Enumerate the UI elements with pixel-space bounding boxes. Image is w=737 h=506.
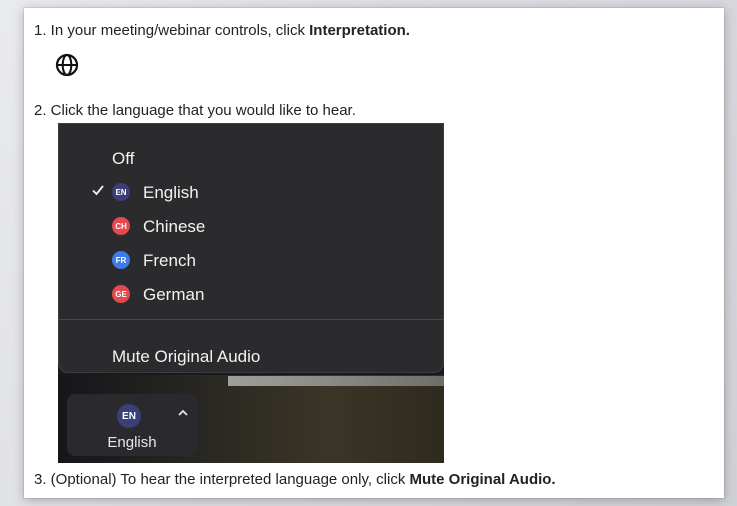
checkmark-icon — [92, 185, 104, 196]
menu-item-german[interactable]: GE German — [59, 277, 444, 311]
language-badge: CH — [112, 217, 130, 235]
mute-original-audio-label: Mute Original Audio — [112, 347, 261, 366]
language-label: French — [143, 251, 196, 270]
instructions-card: 1. In your meeting/webinar controls, cli… — [24, 8, 724, 498]
caret-up-icon[interactable] — [177, 408, 189, 418]
step-3-bold: Mute Original Audio. — [409, 471, 556, 488]
language-label: English — [143, 183, 199, 202]
menu-item-off-label: Off — [112, 149, 135, 168]
menu-item-off[interactable]: Off — [59, 141, 444, 175]
language-badge: GE — [112, 285, 130, 303]
language-menu: Off EN English CH Chinese FR French GE G… — [58, 123, 444, 373]
language-badge: EN — [112, 183, 130, 201]
control-language-label: English — [107, 434, 157, 451]
step-3-text: 3. (Optional) To hear the interpreted la… — [34, 471, 556, 488]
globe-icon[interactable] — [54, 52, 80, 78]
step-3-prefix: 3. (Optional) To hear the interpreted la… — [34, 471, 410, 488]
interpretation-screenshot: Off EN English CH Chinese FR French GE G… — [58, 123, 444, 463]
menu-item-chinese[interactable]: CH Chinese — [59, 209, 444, 243]
menu-item-english[interactable]: EN English — [59, 175, 444, 209]
control-language-badge: EN — [117, 404, 141, 428]
step-1-bold: Interpretation. — [309, 22, 410, 39]
language-label: Chinese — [143, 217, 206, 236]
menu-divider — [59, 319, 444, 320]
video-strip — [228, 376, 444, 386]
menu-item-mute-original-audio[interactable]: Mute Original Audio — [59, 339, 444, 373]
step-1-text: 1. In your meeting/webinar controls, cli… — [34, 22, 410, 39]
language-badge: FR — [112, 251, 130, 269]
language-label: German — [143, 285, 205, 304]
step-1-prefix: 1. In your meeting/webinar controls, cli… — [34, 22, 310, 39]
step-2-text: 2. Click the language that you would lik… — [34, 102, 356, 119]
interpretation-control-button[interactable]: EN English — [67, 394, 197, 456]
menu-item-french[interactable]: FR French — [59, 243, 444, 277]
